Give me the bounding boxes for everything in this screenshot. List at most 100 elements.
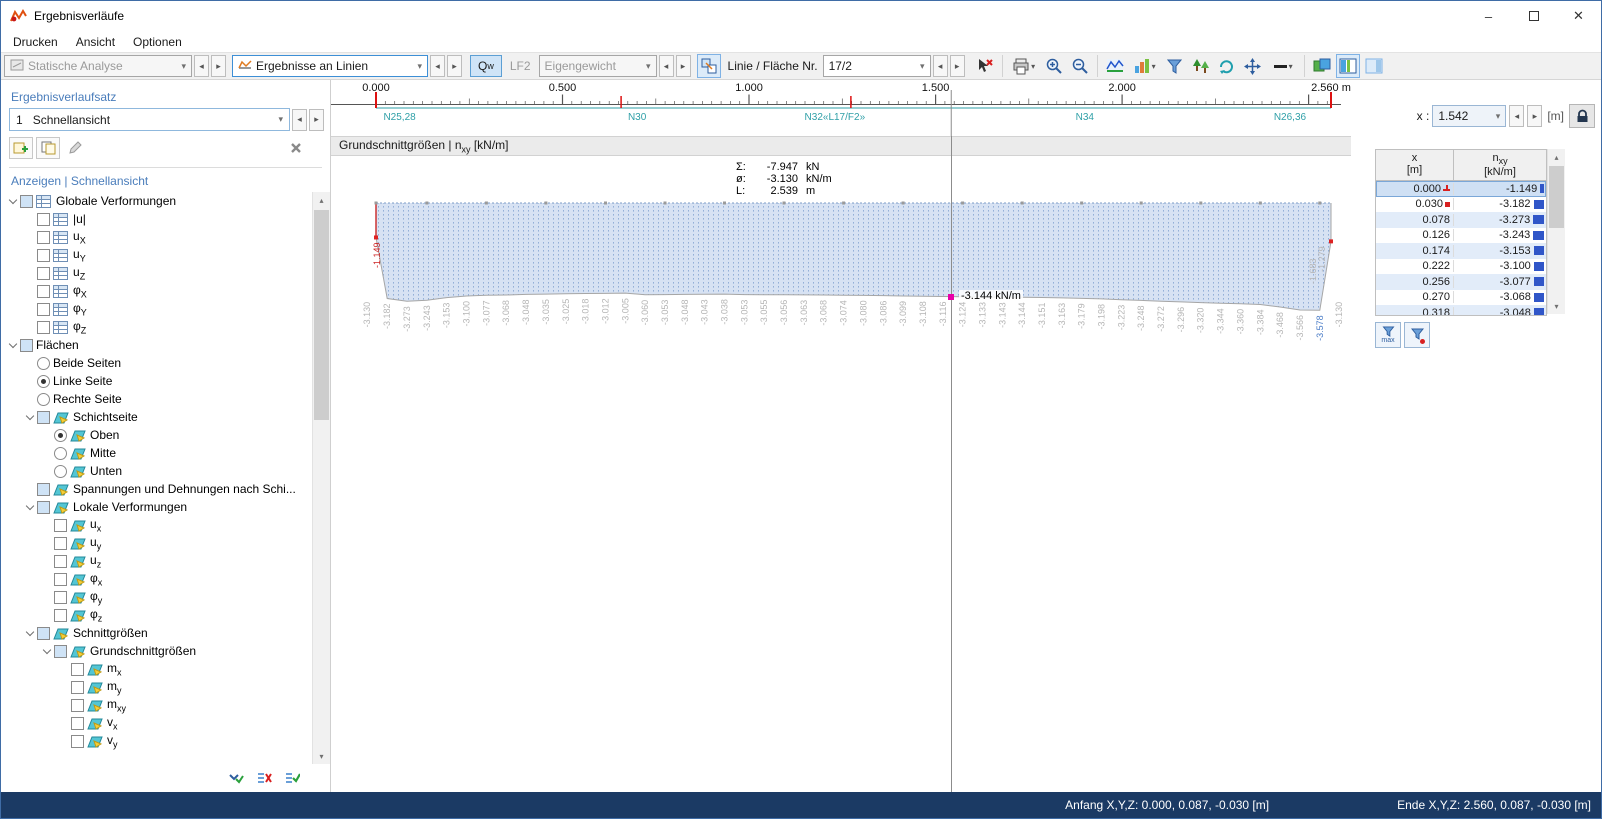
result-diagram-style-button[interactable] (1103, 54, 1127, 78)
delete-set-button[interactable] (284, 137, 308, 159)
tree-item[interactable]: uZ (5, 264, 312, 282)
prev-set-button[interactable]: ◂ (292, 108, 307, 131)
check-all-button[interactable] (280, 767, 304, 789)
checkbox[interactable] (71, 680, 84, 694)
copy-set-button[interactable] (36, 137, 60, 159)
checkbox[interactable] (37, 320, 50, 334)
menu-drucken[interactable]: Drucken (4, 33, 67, 51)
maximize-button[interactable] (1511, 1, 1556, 31)
table-scroll-track[interactable] (1548, 165, 1565, 298)
tree-item[interactable]: φZ (5, 318, 312, 336)
checkbox[interactable] (37, 482, 50, 496)
tree-item[interactable]: mx (5, 660, 312, 678)
tree-item[interactable]: φY (5, 300, 312, 318)
result-set-combo[interactable]: 1 Schnellansicht ▾ (9, 108, 290, 131)
tree-item[interactable]: vx (5, 714, 312, 732)
table-scroll-thumb[interactable] (1549, 166, 1564, 228)
checkbox[interactable] (37, 626, 50, 640)
lock-position-button[interactable] (1569, 104, 1595, 128)
x-position-input[interactable]: 1.542 ▾ (1432, 105, 1507, 127)
tree-item[interactable]: Globale Verformungen (5, 192, 312, 210)
checkbox[interactable] (37, 284, 50, 298)
table-row[interactable]: 0.318 -3.048 (1376, 305, 1546, 316)
move-view-button[interactable] (1241, 54, 1265, 78)
radio-button[interactable] (37, 374, 50, 388)
checkbox[interactable] (54, 554, 67, 568)
radio-button[interactable] (54, 446, 67, 460)
panel-toggle-button[interactable] (1335, 54, 1360, 78)
expander-icon[interactable] (24, 627, 36, 639)
uncheck-all-button[interactable] (252, 767, 276, 789)
x-prev-button[interactable]: ◂ (1509, 105, 1525, 127)
checkbox[interactable] (54, 518, 67, 532)
tree-item[interactable]: Unten (5, 462, 312, 480)
expander-icon[interactable] (41, 645, 53, 657)
line-number-combo[interactable]: 17/2 ▾ (822, 55, 931, 77)
prev-line-button[interactable]: ◂ (932, 55, 948, 77)
prev-analysis-button[interactable]: ◂ (194, 55, 209, 77)
close-button[interactable]: ✕ (1556, 1, 1601, 31)
checkbox[interactable] (20, 338, 33, 352)
load-case-combo[interactable]: Eigengewicht ▾ (538, 55, 657, 77)
table-row[interactable]: 0.256 -3.077 (1376, 274, 1546, 290)
tree-item[interactable]: Rechte Seite (5, 390, 312, 408)
tree-item[interactable]: Schnittgrößen (5, 624, 312, 642)
radio-button[interactable] (37, 392, 50, 406)
zoom-out-button[interactable] (1068, 54, 1092, 78)
checkbox[interactable] (71, 734, 84, 748)
tree-item[interactable]: uY (5, 246, 312, 264)
scroll-up-icon[interactable]: ▴ (1548, 149, 1565, 165)
tree-item[interactable]: Flächen (5, 336, 312, 354)
expand-all-button[interactable] (224, 767, 248, 789)
tree-scrollbar[interactable]: ▴ ▾ (312, 192, 330, 764)
tree-item[interactable]: uz (5, 552, 312, 570)
table-row[interactable]: 0.222 -3.100 (1376, 259, 1546, 275)
result-values-button[interactable]: ▾ (1129, 54, 1161, 78)
tree-item[interactable]: φX (5, 282, 312, 300)
cursor-marker[interactable] (948, 294, 954, 300)
menu-ansicht[interactable]: Ansicht (67, 33, 124, 51)
filter-max-button[interactable]: max (1375, 322, 1401, 349)
dock-panel-button[interactable] (1362, 54, 1386, 78)
checkbox[interactable] (37, 500, 50, 514)
checkbox[interactable] (37, 266, 50, 280)
new-set-button[interactable] (9, 137, 33, 159)
expander-icon[interactable] (7, 339, 19, 351)
tree-item[interactable]: φy (5, 588, 312, 606)
tree-scroll-track[interactable] (313, 208, 330, 748)
filter-extremes-button[interactable] (1404, 322, 1430, 349)
tree-item[interactable]: mxy (5, 696, 312, 714)
checkbox[interactable] (71, 662, 84, 676)
radio-button[interactable] (54, 428, 67, 442)
expander-icon[interactable] (24, 411, 36, 423)
expander-icon[interactable] (24, 501, 36, 513)
edit-set-button[interactable] (63, 137, 87, 159)
next-result-button[interactable]: ▸ (447, 55, 462, 77)
scroll-down-icon[interactable]: ▾ (1548, 298, 1565, 314)
checkbox[interactable] (37, 248, 50, 262)
checkbox[interactable] (37, 230, 50, 244)
table-row[interactable]: 0.270 -3.068 (1376, 290, 1546, 306)
checkbox[interactable] (54, 572, 67, 586)
checkbox[interactable] (54, 536, 67, 550)
chart-body[interactable]: Σ: -7.947 kN ø: -3.130 kN/m L: 2.539 m -3.182-… (331, 157, 1351, 792)
checkbox[interactable] (54, 644, 67, 658)
prev-result-button[interactable]: ◂ (430, 55, 445, 77)
tree-item[interactable]: uX (5, 228, 312, 246)
tree-item[interactable]: vy (5, 732, 312, 750)
tree-item[interactable]: ux (5, 516, 312, 534)
next-case-button[interactable]: ▸ (675, 55, 691, 77)
checkbox[interactable] (54, 608, 67, 622)
line-surface-toggle-button[interactable] (696, 54, 721, 78)
load-case-toggle[interactable]: Qw (470, 55, 502, 77)
checkbox[interactable] (37, 212, 50, 226)
tree-item[interactable]: uy (5, 534, 312, 552)
menu-optionen[interactable]: Optionen (124, 33, 191, 51)
table-scrollbar[interactable]: ▴ ▾ (1547, 149, 1565, 314)
scroll-down-icon[interactable]: ▾ (313, 748, 330, 764)
tree-scroll-thumb[interactable] (314, 210, 329, 420)
tree-item[interactable]: |u| (5, 210, 312, 228)
checkbox[interactable] (71, 716, 84, 730)
expander-icon[interactable] (7, 195, 19, 207)
next-analysis-button[interactable]: ▸ (211, 55, 226, 77)
